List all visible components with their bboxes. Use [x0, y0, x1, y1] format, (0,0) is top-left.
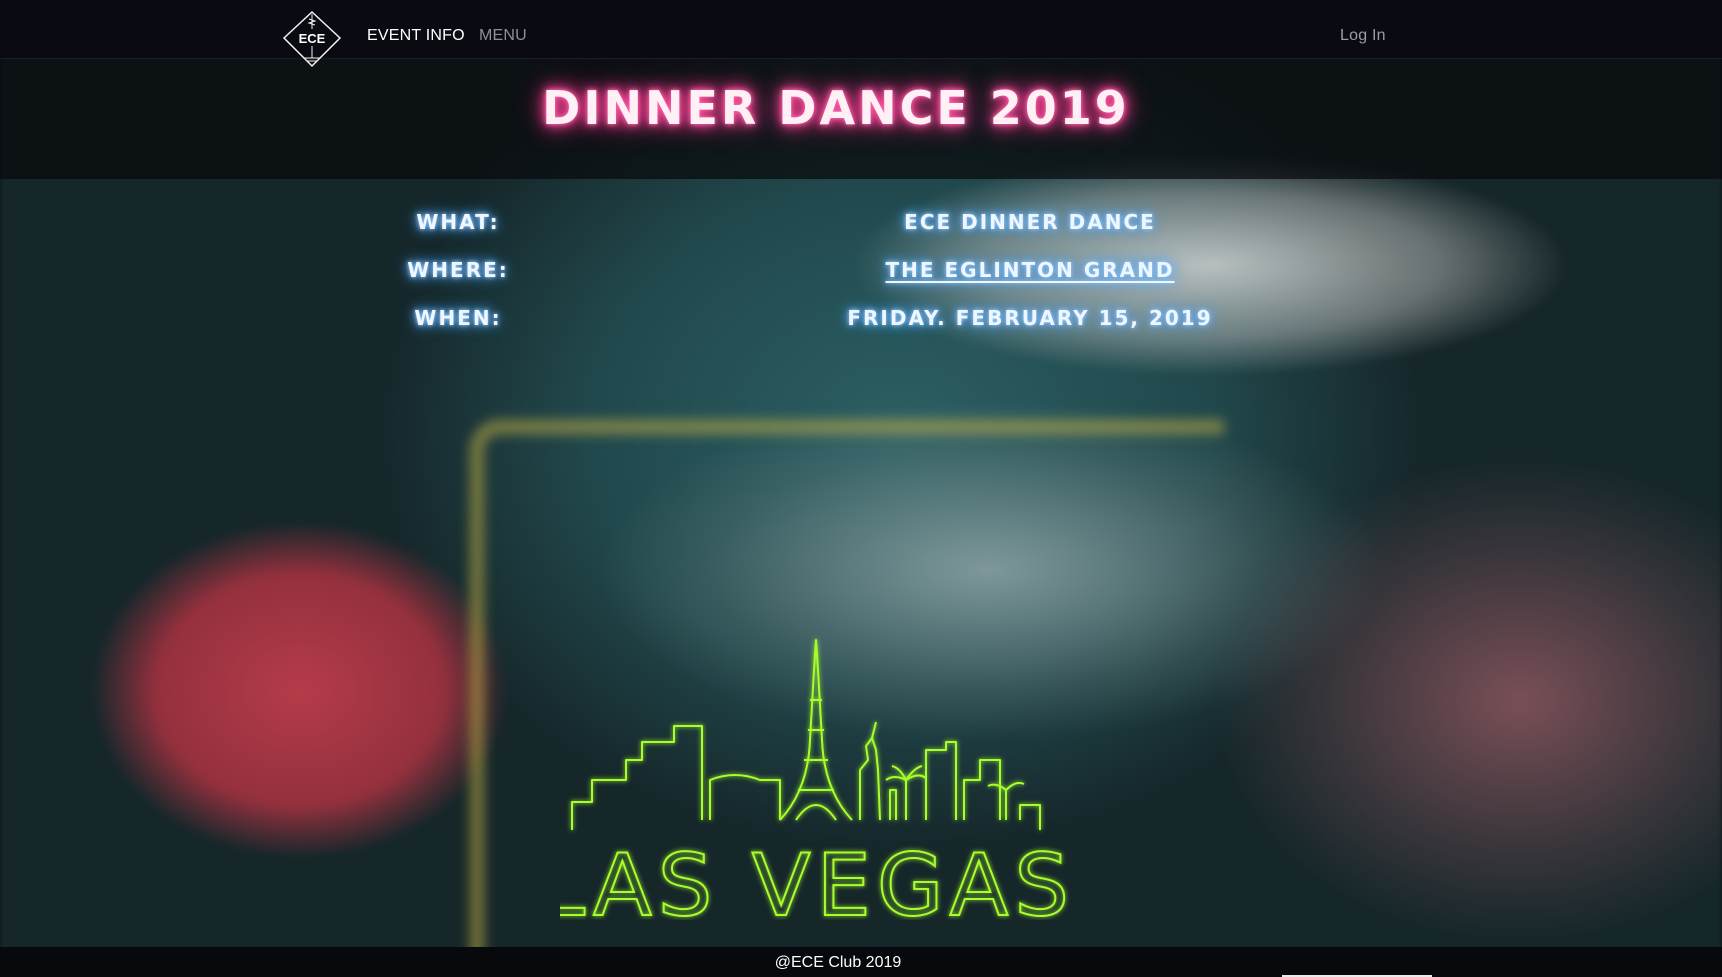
navbar: ECE EVENT INFO MENU Log In: [0, 0, 1722, 68]
ece-diamond-icon: ECE: [282, 10, 342, 68]
las-vegas-logo: LAS VEGAS: [536, 630, 1120, 937]
where-label: WHERE:: [407, 258, 509, 282]
login-link[interactable]: Log In: [1340, 27, 1386, 45]
page: ECE EVENT INFO MENU Log In DINNER DANCE …: [0, 0, 1722, 977]
info-row-where: WHERE: THE EGLINTON GRAND: [0, 258, 1722, 298]
info-row-what: WHAT: ECE DINNER DANCE: [0, 210, 1722, 250]
venue-link[interactable]: THE EGLINTON GRAND: [886, 258, 1175, 282]
page-title: DINNER DANCE 2019: [542, 81, 1130, 135]
where-value: THE EGLINTON GRAND: [760, 258, 1300, 282]
footer-copyright: @ECE Club 2019: [774, 954, 902, 971]
footer: @ECE Club 2019: [0, 947, 1722, 977]
when-value: FRIDAY. FEBRUARY 15, 2019: [847, 306, 1213, 330]
title-band: DINNER DANCE 2019: [0, 59, 1722, 179]
logo-text: ECE: [299, 31, 326, 46]
nav-menu-link[interactable]: MENU: [479, 27, 527, 45]
what-value: ECE DINNER DANCE: [904, 210, 1156, 234]
info-row-when: WHEN: FRIDAY. FEBRUARY 15, 2019: [0, 306, 1722, 346]
nav-event-info-link[interactable]: EVENT INFO: [367, 27, 465, 45]
what-label: WHAT:: [416, 210, 500, 234]
when-label: WHEN:: [414, 306, 502, 330]
ece-logo[interactable]: ECE: [282, 10, 342, 70]
las-vegas-text: LAS VEGAS: [560, 836, 1075, 920]
vegas-skyline-icon: LAS VEGAS: [536, 639, 1075, 937]
